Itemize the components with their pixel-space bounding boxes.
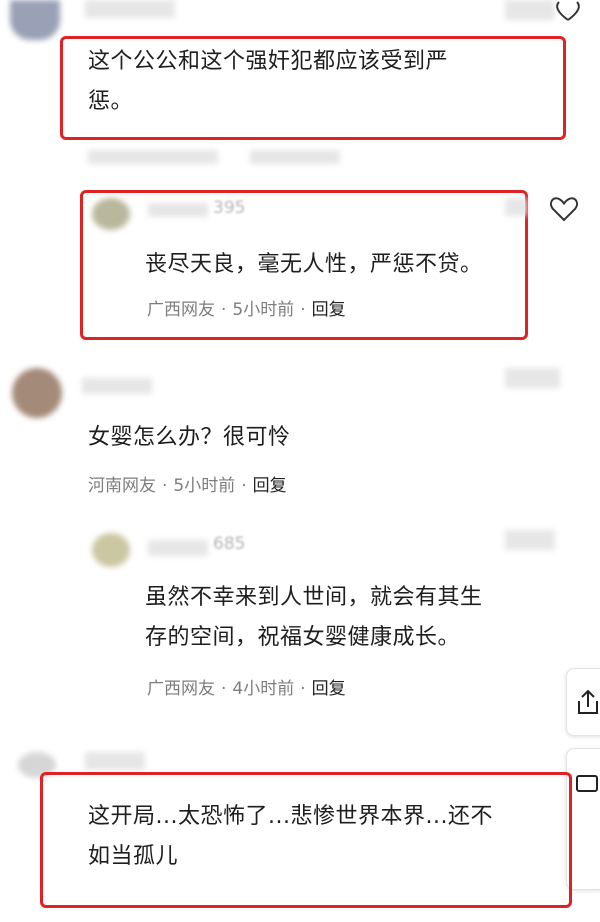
comment-2-corner-blurred	[505, 198, 527, 216]
comment-4-avatar	[92, 533, 130, 567]
comment-4-username-blurred	[148, 540, 208, 556]
comment-2-text: 丧尽天良，毫无人性，严惩不贷。	[145, 252, 483, 277]
comment-3-avatar	[12, 368, 62, 418]
comment-5-text-line2: 如当孤儿	[88, 844, 179, 869]
comment-icon	[576, 775, 598, 792]
comment-2-username-blurred	[148, 203, 208, 217]
comment-2-location: 广西网友	[147, 300, 215, 320]
comment-3-meta: 河南网友 · 5小时前 · 回复	[88, 476, 287, 496]
comment-4-reply-button[interactable]: 回复	[312, 679, 346, 699]
comment-5-text-line1: 这开局...太恐怖了...悲惨世界本界...还不	[88, 804, 493, 829]
comment-3-username-blurred	[82, 378, 152, 394]
comment-2-time: 5小时前	[232, 300, 295, 320]
comment-4-text-line1: 虽然不幸来到人世间，就会有其生	[145, 585, 483, 610]
top-meta-blurred	[505, 0, 555, 20]
comment-3-text: 女婴怎么办？很可怜	[88, 425, 291, 450]
comment-3-corner-blurred	[505, 368, 560, 388]
comment-2-username-fragment: 395	[213, 198, 246, 218]
comment-3-time: 5小时前	[173, 476, 236, 496]
comment-1-meta-blurred	[88, 150, 218, 164]
comment-3-reply-button[interactable]: 回复	[253, 476, 287, 496]
comment-2-avatar	[92, 198, 130, 230]
top-avatar-blurred	[10, 0, 60, 40]
comment-2-meta: 广西网友 · 5小时前 · 回复	[147, 300, 346, 320]
comment-5-username-blurred	[85, 752, 145, 770]
comment-4-text-line2: 存的空间，祝福女婴健康成长。	[145, 625, 461, 650]
comment-4-username-fragment: 685	[213, 534, 246, 554]
comment-4-time: 4小时前	[232, 679, 295, 699]
share-button[interactable]	[566, 668, 600, 736]
comment-1-meta-blurred-2	[250, 150, 340, 164]
comment-4-corner-blurred	[505, 530, 555, 550]
top-username-blurred	[85, 0, 175, 18]
heart-icon[interactable]	[549, 195, 579, 223]
comment-3-location: 河南网友	[88, 476, 156, 496]
share-icon	[578, 689, 598, 714]
comment-2-reply-button[interactable]: 回复	[312, 300, 346, 320]
comment-4-meta: 广西网友 · 4小时前 · 回复	[147, 679, 346, 699]
comment-4-location: 广西网友	[147, 679, 215, 699]
comment-1-text-line2: 惩。	[88, 89, 134, 114]
comment-1-text-line1: 这个公公和这个强奸犯都应该受到严	[88, 49, 449, 74]
heart-icon[interactable]	[553, 0, 583, 22]
